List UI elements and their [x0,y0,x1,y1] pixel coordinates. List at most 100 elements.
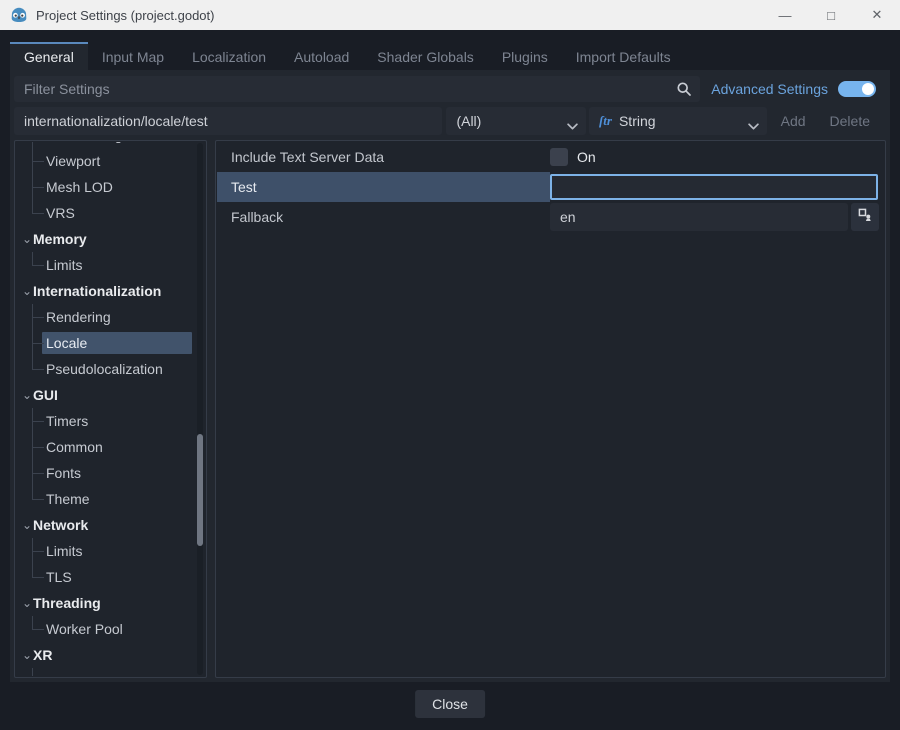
tree-item-limits[interactable]: Limits [16,538,205,564]
filter-settings-field [14,76,700,102]
locale-properties-pane: Include Text Server Data On Test Fallbac… [215,140,886,678]
property-label: Include Text Server Data [217,142,550,172]
tree-connector-line [32,564,44,590]
test-value-input[interactable] [550,174,878,200]
tree-category-threading[interactable]: ⌄ Threading [16,590,205,616]
minimize-button[interactable]: — [762,0,808,30]
tree-scroll-area: Anti Aliasing Viewport Mesh LOD VRS ⌄ Me… [16,142,205,676]
tree-category-gui[interactable]: ⌄ GUI [16,382,205,408]
collapse-chevron-icon: ⌄ [22,286,33,296]
property-row-fallback: Fallback en [217,202,884,232]
tree-connector-line [32,356,44,382]
tree-item-mesh-lod[interactable]: Mesh LOD [16,174,205,200]
project-settings-dialog: General Input Map Localization Autoload … [0,30,900,730]
tree-scrollbar-track[interactable] [197,143,203,675]
tree-item-common[interactable]: Common [16,434,205,460]
locale-edit-button[interactable] [851,203,879,231]
tab-general[interactable]: General [10,42,88,70]
tree-connector-line [32,460,44,486]
property-value: On [550,142,884,172]
tree-items: Anti Aliasing Viewport Mesh LOD VRS ⌄ Me… [16,142,205,676]
collapse-chevron-icon: ⌄ [22,520,33,530]
collapse-chevron-icon: ⌄ [22,598,33,608]
maximize-icon: □ [827,8,835,23]
property-path-input[interactable] [14,107,442,135]
tree-connector-line [32,304,44,330]
delete-button[interactable]: Delete [820,107,880,135]
collapse-chevron-icon: ⌄ [22,650,33,660]
godot-logo-icon [10,6,28,24]
type-dropdown[interactable]: ſtr String [589,107,767,135]
add-button[interactable]: Add [771,107,816,135]
tree-item-pseudolocalization[interactable]: Pseudolocalization [16,356,205,382]
tree-category-memory[interactable]: ⌄ Memory [16,226,205,252]
property-row-include-text-server-data: Include Text Server Data On [217,142,884,172]
property-bar: (All) ſtr String Add Delete [14,107,880,135]
tree-connector-line [32,330,44,356]
close-button[interactable]: ✕ [854,0,900,30]
toggle-knob [862,83,874,95]
property-label: Fallback [217,202,550,232]
locale-edit-icon [858,208,873,226]
tree-item-worker-pool[interactable]: Worker Pool [16,616,205,642]
settings-tree: Anti Aliasing Viewport Mesh LOD VRS ⌄ Me… [14,140,207,678]
minimize-icon: — [779,8,792,23]
tree-item-tls[interactable]: TLS [16,564,205,590]
property-label: Test [217,172,550,202]
tree-category-network[interactable]: ⌄ Network [16,512,205,538]
tree-connector-line [32,174,44,200]
window-title: Project Settings (project.godot) [36,8,214,23]
chevron-down-icon [567,117,578,133]
window-controls: — □ ✕ [762,0,900,30]
property-rows: Include Text Server Data On Test Fallbac… [217,142,884,232]
tree-item-fonts[interactable]: Fonts [16,460,205,486]
tree-item-vrs[interactable]: VRS [16,200,205,226]
type-value: String [619,113,656,129]
tab-autoload[interactable]: Autoload [280,42,363,70]
feature-filter-value: (All) [456,113,481,129]
include-text-server-data-checkbox[interactable] [550,148,568,166]
property-value: en [550,202,884,232]
feature-filter-dropdown[interactable]: (All) [446,107,586,135]
collapse-chevron-icon: ⌄ [22,390,33,400]
tab-import-defaults[interactable]: Import Defaults [562,42,685,70]
tree-connector-line [32,668,44,676]
tree-item-locale[interactable]: Locale [16,330,205,356]
property-value [550,172,884,202]
close-icon: ✕ [872,7,883,23]
tree-connector-line [32,434,44,460]
tab-plugins[interactable]: Plugins [488,42,562,70]
tree-item-viewport[interactable]: Viewport [16,148,205,174]
filter-row: Advanced Settings [14,76,880,102]
tree-item-openxr[interactable]: OpenXR [16,668,205,676]
tree-connector-line [32,252,44,278]
chevron-down-icon [748,117,759,133]
tree-connector-line [32,408,44,434]
filter-settings-input[interactable] [14,76,700,102]
tab-localization[interactable]: Localization [178,42,280,70]
advanced-settings-toggle[interactable] [838,81,876,97]
tree-connector-line [32,200,44,226]
general-tab-panel: Advanced Settings (All) ſtr String Add [10,70,890,682]
string-type-icon: ſtr [599,113,612,129]
tree-item-limits[interactable]: Limits [16,252,205,278]
tree-item-theme[interactable]: Theme [16,486,205,512]
close-button[interactable]: Close [415,690,485,718]
tree-category-xr[interactable]: ⌄ XR [16,642,205,668]
tree-connector-line [32,486,44,512]
tree-category-internationalization[interactable]: ⌄ Internationalization [16,278,205,304]
tree-scrollbar-thumb[interactable] [197,434,203,546]
maximize-button[interactable]: □ [808,0,854,30]
tree-connector-line [32,538,44,564]
tree-connector-line [32,616,44,642]
checkbox-on-label: On [577,149,596,165]
tree-item-timers[interactable]: Timers [16,408,205,434]
tab-shader-globals[interactable]: Shader Globals [363,42,488,70]
tree-connector-line [32,148,44,174]
fallback-value-field[interactable]: en [550,203,848,231]
tab-input-map[interactable]: Input Map [88,42,178,70]
tab-bar: General Input Map Localization Autoload … [10,42,685,70]
advanced-settings-label: Advanced Settings [711,81,828,97]
tree-item-rendering[interactable]: Rendering [16,304,205,330]
titlebar: Project Settings (project.godot) — □ ✕ [0,0,900,30]
